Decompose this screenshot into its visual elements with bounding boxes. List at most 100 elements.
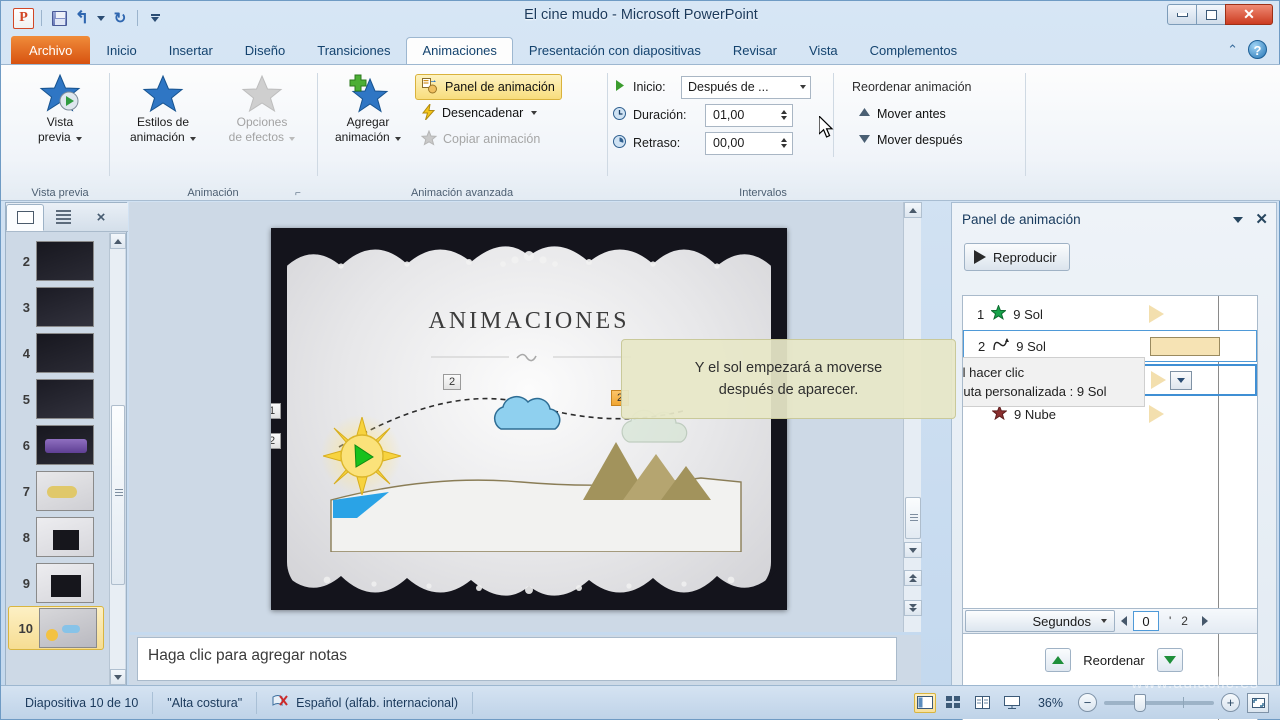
reading-view-icon[interactable] bbox=[972, 693, 994, 713]
animation-tag-cloud[interactable]: 2 bbox=[443, 374, 461, 390]
move-later-button[interactable]: Mover después bbox=[852, 127, 1023, 153]
pane-close-button[interactable]: ✕ bbox=[1255, 210, 1268, 228]
zoom-slider[interactable] bbox=[1104, 693, 1214, 712]
timing-bar-triangle-3[interactable] bbox=[1149, 405, 1164, 423]
list-item[interactable]: 6 bbox=[6, 422, 110, 468]
duration-label: Duración: bbox=[633, 108, 687, 122]
tab-presentacion[interactable]: Presentación con diapositivas bbox=[513, 37, 717, 65]
list-item-selected[interactable]: 10 bbox=[8, 606, 104, 650]
minimize-ribbon-icon[interactable]: ⌃ bbox=[1227, 42, 1238, 58]
list-item-active[interactable]: Al hacer clic Ruta personalizada : 9 Sol bbox=[962, 357, 1257, 407]
animation-tag-2[interactable]: 2 bbox=[271, 433, 281, 449]
animation-pane: Panel de animación ✕ Reproducir 1 9 Sol … bbox=[951, 202, 1277, 720]
normal-view-icon[interactable] bbox=[913, 692, 936, 713]
slide-sorter-icon[interactable] bbox=[943, 693, 965, 713]
timeline-scroll-left[interactable] bbox=[1121, 616, 1127, 626]
maximize-button[interactable] bbox=[1196, 4, 1226, 25]
timeline-start-value[interactable]: 0 bbox=[1133, 611, 1159, 631]
tab-vista[interactable]: Vista bbox=[793, 37, 854, 65]
slide-counter[interactable]: Diapositiva 10 de 10 bbox=[11, 691, 154, 714]
tab-revisar[interactable]: Revisar bbox=[717, 37, 793, 65]
close-button[interactable]: ✕ bbox=[1225, 4, 1273, 25]
previous-slide-button[interactable] bbox=[904, 570, 922, 586]
effect-options-button[interactable]: Opciones de efectos bbox=[213, 65, 311, 145]
tab-outline[interactable] bbox=[44, 204, 82, 231]
canvas-scroll-up[interactable] bbox=[904, 202, 922, 218]
reorder-down-button[interactable] bbox=[1156, 648, 1183, 672]
canvas-scroll-down[interactable] bbox=[904, 542, 922, 558]
list-item[interactable]: 9 bbox=[6, 560, 110, 606]
timeline-scroll-right[interactable] bbox=[1201, 616, 1208, 626]
slideshow-icon[interactable] bbox=[1001, 693, 1023, 713]
seconds-combo[interactable]: Segundos bbox=[965, 610, 1115, 632]
timing-bar-triangle[interactable] bbox=[1149, 305, 1164, 323]
preview-button[interactable]: Vista previa bbox=[15, 65, 105, 145]
zoom-in-button[interactable]: + bbox=[1221, 693, 1240, 712]
view-and-zoom-controls: 36% − + bbox=[913, 692, 1280, 713]
tab-archivo[interactable]: Archivo bbox=[11, 36, 91, 65]
animation-pane-button[interactable]: Panel de animación bbox=[415, 74, 562, 100]
thumbnail-list[interactable]: 2 3 4 5 6 7 8 9 10 bbox=[6, 232, 110, 687]
pane-tabs: × bbox=[6, 203, 128, 232]
list-item[interactable]: 7 bbox=[6, 468, 110, 514]
canvas-scroll-thumb[interactable] bbox=[905, 497, 921, 539]
list-item[interactable]: 8 bbox=[6, 514, 110, 560]
pane-close-icon[interactable]: × bbox=[82, 204, 120, 231]
scroll-up-button[interactable] bbox=[110, 233, 126, 249]
theme-name[interactable]: "Alta costura" bbox=[153, 691, 258, 714]
item-dropdown-button[interactable] bbox=[1170, 371, 1192, 390]
help-icon[interactable]: ? bbox=[1248, 40, 1267, 59]
thumb-image bbox=[36, 471, 94, 511]
list-item[interactable]: 1 9 Sol bbox=[963, 298, 1257, 330]
pane-options-icon[interactable] bbox=[1233, 212, 1244, 226]
reorder-up-button[interactable] bbox=[1045, 648, 1072, 672]
list-item[interactable]: 4 bbox=[6, 330, 110, 376]
tab-slides[interactable] bbox=[6, 203, 44, 231]
tab-transiciones[interactable]: Transiciones bbox=[301, 37, 406, 65]
tab-animaciones[interactable]: Animaciones bbox=[406, 37, 513, 66]
tooltip-line1: Al hacer clic bbox=[962, 365, 1025, 380]
scroll-down-button[interactable] bbox=[110, 669, 126, 685]
scrollbar-thumb[interactable] bbox=[111, 405, 125, 585]
notes-pane: Haga clic para agregar notas bbox=[129, 635, 921, 685]
move-earlier-button[interactable]: Mover antes bbox=[852, 101, 1023, 127]
timing-bar-triangle-2[interactable] bbox=[1151, 371, 1166, 389]
delay-spinner[interactable]: 00,00 bbox=[705, 131, 793, 155]
fit-slide-button[interactable] bbox=[1247, 692, 1269, 713]
duration-spinner[interactable]: 01,00 bbox=[705, 103, 793, 127]
ribbon: Vista previa Vista previa Estilos de ani… bbox=[1, 64, 1280, 201]
animation-dialog-launcher-icon[interactable]: ⌐ bbox=[295, 188, 307, 200]
timeline-tick: ' bbox=[1169, 614, 1172, 628]
list-item[interactable]: 2 bbox=[6, 238, 110, 284]
tab-complementos[interactable]: Complementos bbox=[854, 37, 973, 65]
list-item[interactable]: 3 bbox=[6, 284, 110, 330]
minimize-button[interactable] bbox=[1167, 4, 1197, 25]
entrance-star-icon bbox=[990, 304, 1008, 323]
start-combo[interactable]: Después de ... bbox=[681, 75, 811, 99]
tab-diseno[interactable]: Diseño bbox=[229, 37, 301, 65]
animation-painter-button[interactable]: Copiar animación bbox=[415, 126, 562, 152]
tab-inicio[interactable]: Inicio bbox=[90, 37, 152, 65]
zoom-level-label[interactable]: 36% bbox=[1038, 696, 1063, 710]
language-status[interactable]: Español (alfab. internacional) bbox=[257, 691, 474, 714]
timing-bar-block[interactable] bbox=[1150, 336, 1220, 356]
slide-canvas[interactable]: ANIMACIONES 1 2 2 2 bbox=[271, 228, 787, 610]
next-slide-button[interactable] bbox=[904, 600, 922, 616]
zoom-slider-handle[interactable] bbox=[1134, 693, 1146, 712]
notes-placeholder[interactable]: Haga clic para agregar notas bbox=[137, 637, 897, 681]
thumb-number: 7 bbox=[22, 483, 30, 499]
callout-line1: Y el sol empezará a moverse bbox=[694, 360, 883, 376]
zoom-out-button[interactable]: − bbox=[1078, 693, 1097, 712]
group-label-animacion: Animación bbox=[187, 187, 239, 199]
group-label-intervalos: Intervalos bbox=[739, 187, 787, 199]
play-button[interactable]: Reproducir bbox=[964, 243, 1070, 271]
thumb-image bbox=[39, 608, 97, 648]
animation-styles-button[interactable]: Estilos de animación bbox=[113, 65, 213, 145]
animation-painter-label: Copiar animación bbox=[443, 132, 541, 146]
trigger-button[interactable]: Desencadenar bbox=[415, 100, 562, 126]
list-item[interactable]: 5 bbox=[6, 376, 110, 422]
tab-insertar[interactable]: Insertar bbox=[153, 37, 229, 65]
animation-tag-1[interactable]: 1 bbox=[271, 403, 281, 419]
add-animation-button[interactable]: Agregar animación bbox=[321, 65, 415, 152]
thumbnail-scrollbar[interactable] bbox=[109, 233, 126, 685]
